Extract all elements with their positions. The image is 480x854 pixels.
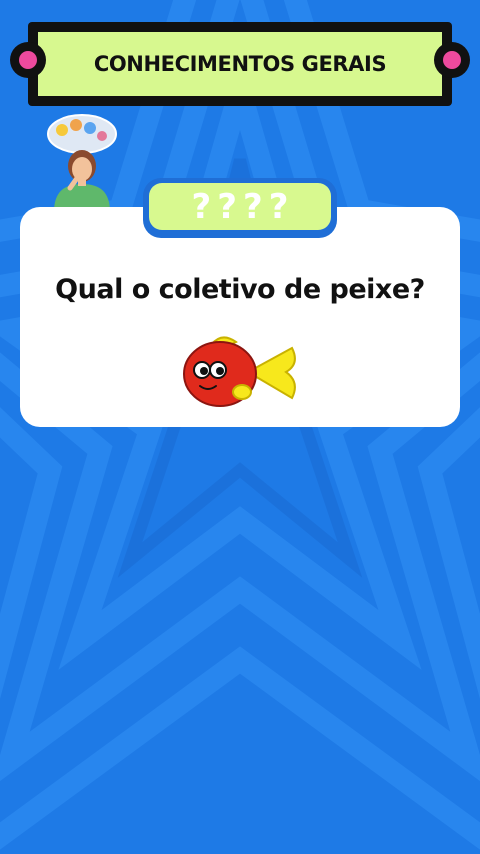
header-banner-panel: CONHECIMENTOS GERAIS [38, 32, 442, 96]
header-banner: CONHECIMENTOS GERAIS [28, 22, 452, 106]
fish-icon [183, 336, 296, 407]
circle-bolt-icon [434, 42, 470, 78]
answer-slot-panel: ???? [149, 183, 331, 230]
answer-slot-tab: ???? [143, 178, 337, 238]
page-title: CONHECIMENTOS GERAIS [93, 52, 387, 76]
circle-bolt-icon [10, 42, 46, 78]
thinking-woman-icon [47, 114, 117, 212]
question-text: Qual o coletivo de peixe? [55, 274, 425, 305]
hidden-answer-placeholder: ???? [191, 186, 295, 227]
